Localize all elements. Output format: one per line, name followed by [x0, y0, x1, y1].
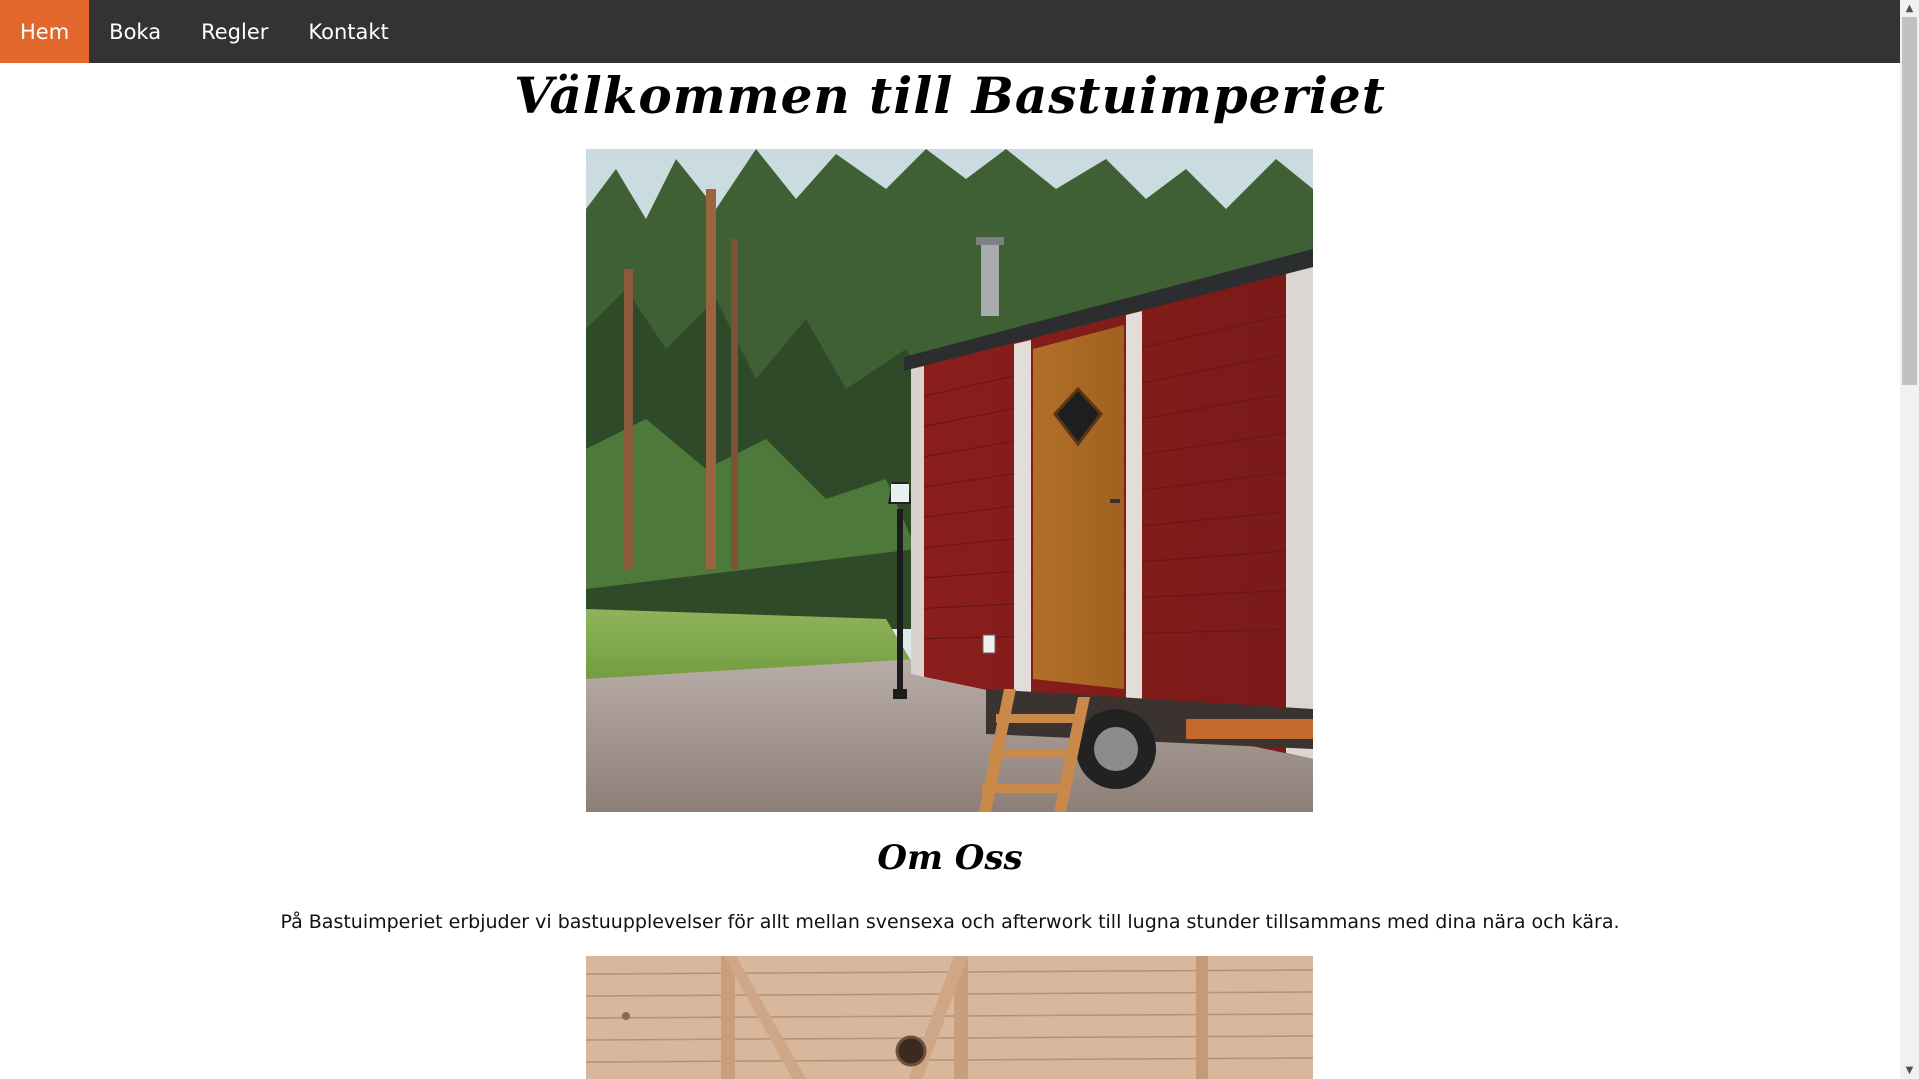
vertical-scrollbar[interactable]: ▲ ▼ — [1900, 0, 1919, 1079]
scroll-up-icon[interactable]: ▲ — [1900, 0, 1919, 17]
about-text: På Bastuimperiet erbjuder vi bastuupplev… — [280, 911, 1620, 933]
sauna-trailer-image — [586, 149, 1313, 812]
nav-item-regler[interactable]: Regler — [181, 0, 288, 63]
nav-item-hem[interactable]: Hem — [0, 0, 90, 63]
nav-item-kontakt[interactable]: Kontakt — [288, 0, 408, 63]
main-content: Välkommen till Bastuimperiet Om Oss På B… — [0, 63, 1900, 1079]
page-title: Välkommen till Bastuimperiet — [514, 66, 1386, 125]
scroll-down-icon[interactable]: ▼ — [1900, 1062, 1919, 1079]
nav-item-boka[interactable]: Boka — [89, 0, 181, 63]
about-heading: Om Oss — [877, 838, 1023, 878]
sauna-interior-image — [586, 956, 1313, 1079]
scrollbar-thumb[interactable] — [1902, 17, 1917, 385]
top-navbar: Hem Boka Regler Kontakt — [0, 0, 1900, 63]
page: Hem Boka Regler Kontakt Välkommen till B… — [0, 0, 1919, 1079]
